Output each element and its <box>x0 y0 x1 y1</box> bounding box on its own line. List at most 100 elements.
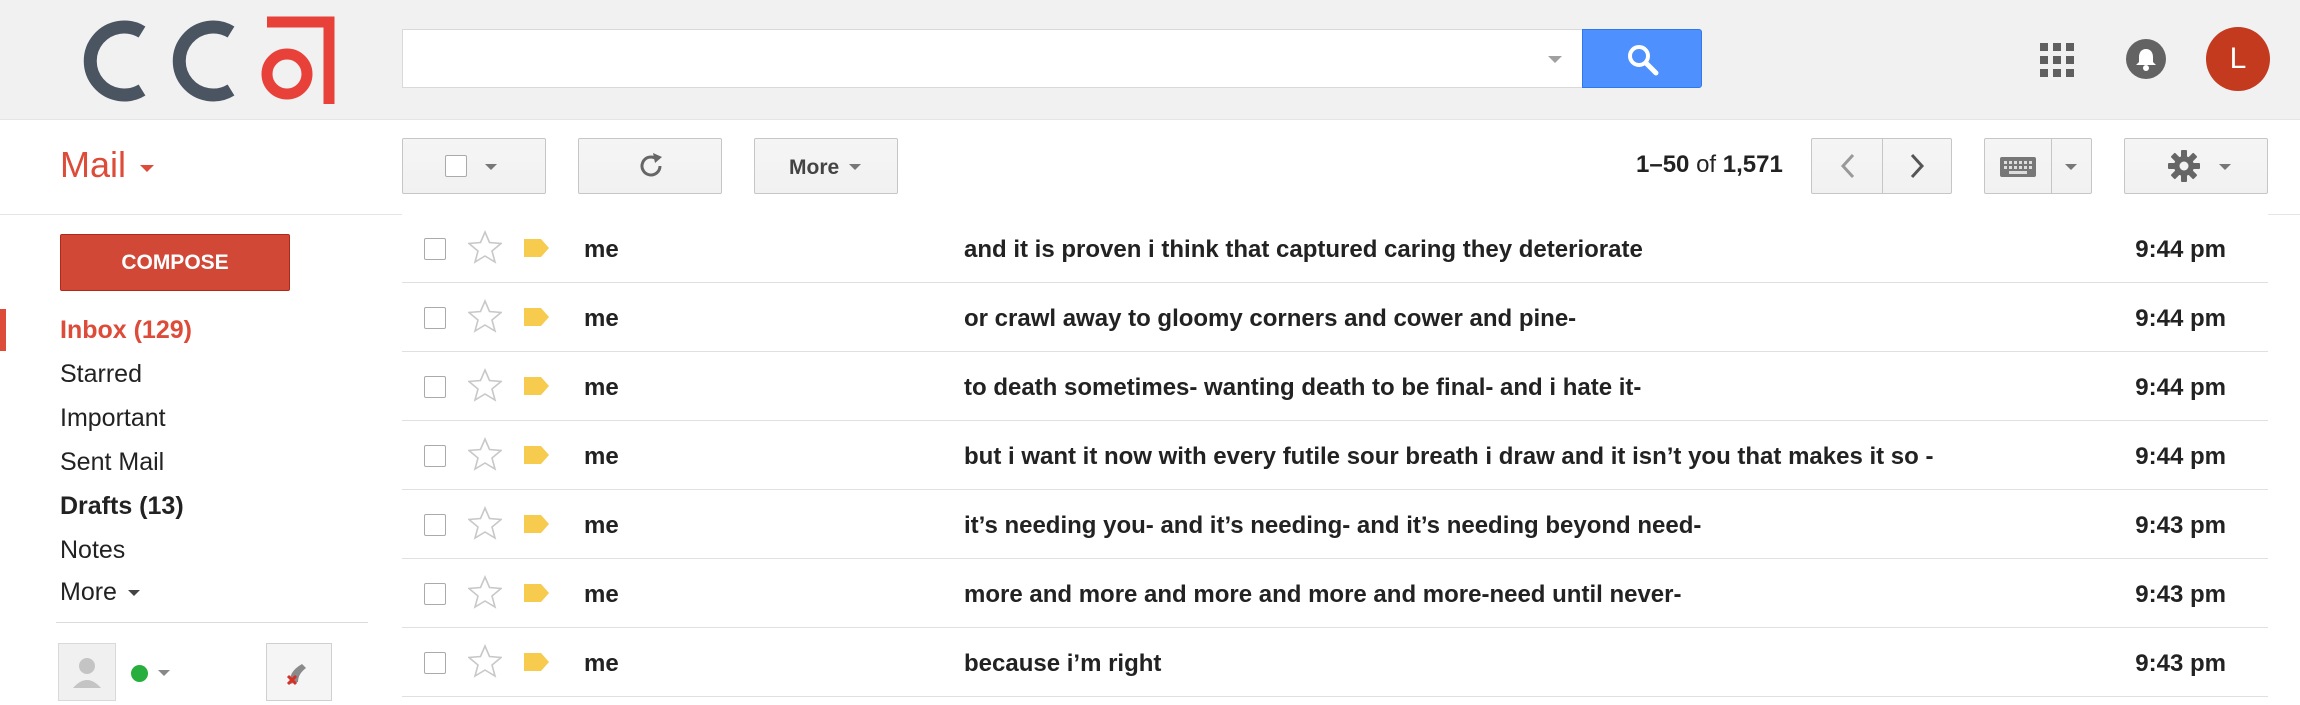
chevron-down-icon[interactable] <box>140 165 154 172</box>
message-time: 9:44 pm <box>2135 443 2226 470</box>
row-checkbox[interactable] <box>424 376 446 398</box>
star-icon[interactable] <box>468 437 502 471</box>
settings-button[interactable] <box>2124 138 2268 194</box>
search-icon <box>1628 45 1659 76</box>
label-tag-icon[interactable] <box>522 307 550 327</box>
sidebar-item-inbox[interactable]: Inbox (129) <box>60 316 192 345</box>
account-avatar[interactable]: L <box>2206 27 2270 91</box>
online-status-dot[interactable] <box>131 665 148 682</box>
active-folder-indicator <box>0 309 6 351</box>
star-icon[interactable] <box>468 299 502 333</box>
message-row[interactable]: me and it is proven i think that capture… <box>402 214 2268 283</box>
chevron-down-icon[interactable] <box>158 670 170 676</box>
row-checkbox[interactable] <box>424 307 446 329</box>
label-tag-icon[interactable] <box>522 652 550 672</box>
logo[interactable] <box>68 12 338 108</box>
sidebar-item-sent-mail[interactable]: Sent Mail <box>60 448 164 477</box>
search-options-caret-icon[interactable] <box>1548 56 1562 63</box>
sidebar-item-notes[interactable]: Notes <box>60 536 125 565</box>
row-checkbox[interactable] <box>424 514 446 536</box>
message-time: 9:44 pm <box>2135 236 2226 263</box>
message-subject: but i want it now with every futile sour… <box>964 443 1934 470</box>
sidebar-item-drafts[interactable]: Drafts (13) <box>60 492 184 521</box>
phone-button[interactable] <box>266 643 332 701</box>
pagination-range: 1–50 <box>1636 151 1690 178</box>
row-checkbox[interactable] <box>424 583 446 605</box>
label-tag-icon[interactable] <box>522 514 550 534</box>
message-row[interactable]: me because i’m right 9:43 pm <box>402 628 2268 697</box>
chevron-left-icon <box>1840 153 1855 179</box>
chevron-down-icon <box>485 164 497 170</box>
message-time: 9:43 pm <box>2135 581 2226 608</box>
message-row[interactable]: me to death sometimes- wanting death to … <box>402 352 2268 421</box>
message-subject: to death sometimes- wanting death to be … <box>964 374 1642 401</box>
search-field[interactable] <box>413 38 1537 80</box>
app-switcher-label[interactable]: Mail <box>60 144 126 186</box>
message-subject: or crawl away to gloomy corners and cowe… <box>964 305 1577 332</box>
star-icon[interactable] <box>468 506 502 540</box>
select-all-dropdown[interactable] <box>402 138 546 194</box>
pagination-status: 1–50 of 1,571 <box>1636 151 1783 179</box>
sidebar-item-important[interactable]: Important <box>60 404 166 433</box>
sidebar-item-more[interactable]: More <box>60 578 140 607</box>
message-row[interactable]: me more and more and more and more and m… <box>402 559 2268 628</box>
chevron-right-icon <box>1910 153 1925 179</box>
message-sender: me <box>584 650 619 677</box>
more-actions-label: More <box>789 156 840 179</box>
message-sender: me <box>584 512 619 539</box>
message-time: 9:44 pm <box>2135 305 2226 332</box>
input-tools-button[interactable] <box>1984 138 2092 194</box>
message-time: 9:43 pm <box>2135 650 2226 677</box>
apps-grid-icon[interactable] <box>2040 43 2074 77</box>
sidebar-item-starred[interactable]: Starred <box>60 360 142 389</box>
search-button[interactable] <box>1582 29 1702 88</box>
top-bar: L <box>0 0 2300 120</box>
sidebar-divider <box>56 622 368 623</box>
label-tag-icon[interactable] <box>522 376 550 396</box>
star-icon[interactable] <box>468 575 502 609</box>
label-tag-icon[interactable] <box>522 445 550 465</box>
row-checkbox[interactable] <box>424 445 446 467</box>
message-sender: me <box>584 305 619 332</box>
message-sender: me <box>584 581 619 608</box>
chevron-down-icon <box>2065 164 2077 170</box>
phone-icon <box>286 664 306 686</box>
row-checkbox[interactable] <box>424 238 446 260</box>
label-tag-icon[interactable] <box>522 583 550 603</box>
message-row[interactable]: me or crawl away to gloomy corners and c… <box>402 283 2268 352</box>
message-subject: and it is proven i think that captured c… <box>964 236 1643 263</box>
star-icon[interactable] <box>468 644 502 678</box>
select-all-checkbox[interactable] <box>445 155 467 177</box>
more-actions-button[interactable]: More <box>754 138 898 194</box>
chevron-down-icon <box>2219 164 2231 170</box>
message-row[interactable]: me it’s needing you- and it’s needing- a… <box>402 490 2268 559</box>
chat-avatar[interactable] <box>58 643 116 701</box>
message-subject: it’s needing you- and it’s needing- and … <box>964 512 1702 539</box>
search-input[interactable] <box>402 29 1582 88</box>
message-subject: more and more and more and more and more… <box>964 581 1682 608</box>
chevron-down-icon <box>849 164 861 170</box>
older-button[interactable] <box>1882 138 1952 194</box>
refresh-button[interactable] <box>578 138 722 194</box>
refresh-icon <box>640 153 662 177</box>
message-list: me and it is proven i think that capture… <box>402 214 2268 697</box>
star-icon[interactable] <box>468 368 502 402</box>
message-subject: because i’m right <box>964 650 1162 677</box>
message-sender: me <box>584 374 619 401</box>
message-row[interactable]: me but i want it now with every futile s… <box>402 421 2268 490</box>
message-sender: me <box>584 236 619 263</box>
message-sender: me <box>584 443 619 470</box>
message-time: 9:44 pm <box>2135 374 2226 401</box>
row-checkbox[interactable] <box>424 652 446 674</box>
gear-icon <box>2168 150 2200 182</box>
label-tag-icon[interactable] <box>522 238 550 258</box>
star-icon[interactable] <box>468 230 502 264</box>
pagination-total: 1,571 <box>1722 151 1783 178</box>
keyboard-icon <box>2000 157 2036 177</box>
compose-button[interactable]: COMPOSE <box>60 234 290 291</box>
newer-button[interactable] <box>1811 138 1883 194</box>
sidebar-item-more-label: More <box>60 578 117 606</box>
chevron-down-icon <box>127 590 140 597</box>
button-divider <box>2051 139 2052 193</box>
bell-icon[interactable] <box>2126 39 2166 79</box>
